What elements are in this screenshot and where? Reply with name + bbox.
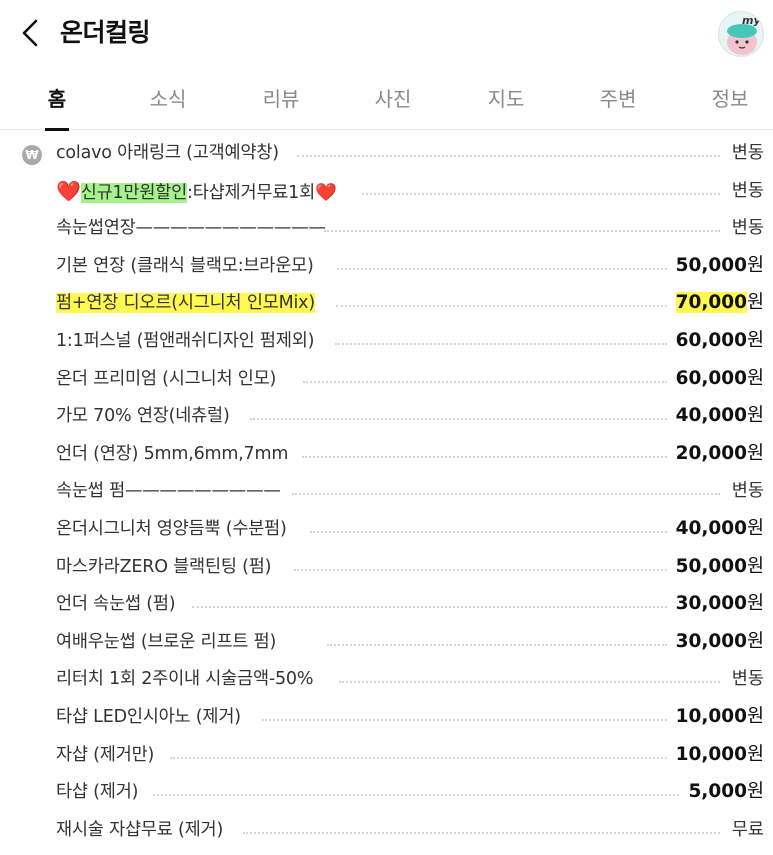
menu-item-price: 변동 <box>731 669 764 690</box>
menu-item-name: 재시술 자샵무료 (제거) <box>56 819 224 840</box>
dotted-leader <box>302 455 667 458</box>
dotted-leader <box>339 681 720 684</box>
menu-item-name: 속눈썹연장——————————— <box>56 218 326 239</box>
menu-item-price: 70,000원 <box>675 292 764 314</box>
menu-row[interactable]: 1:1퍼스널 (펌앤래쉬디자인 펌제외) 60,000원 <box>0 322 773 360</box>
menu-item-name: 온더시그니처 영양듬뿍 (수분펌) <box>56 519 287 539</box>
tab-news[interactable]: 소식 <box>146 82 190 130</box>
menu-row[interactable]: 속눈썹연장——————————— 변동 <box>0 209 773 247</box>
dotted-leader <box>324 230 720 233</box>
dotted-leader <box>336 305 667 308</box>
menu-row[interactable]: 언더 (연장) 5mm,6mm,7mm 20,000원 <box>0 435 773 473</box>
dotted-leader <box>243 831 720 834</box>
menu-item-name: 펌+연장 디오르(시그니처 인모Mix) <box>56 289 315 317</box>
menu-item-name: 마스카라ZERO 블랙틴팅 (펌) <box>56 556 272 577</box>
menu-item-name: 자샵 (제거만) <box>56 744 155 765</box>
tab-map[interactable]: 지도 <box>484 82 528 130</box>
heart-icon: ❤️ <box>56 178 81 203</box>
tab-reviews[interactable]: 리뷰 <box>259 82 303 130</box>
menu-item-name: 언더 (연장) 5mm,6mm,7mm <box>56 443 289 464</box>
menu-row[interactable]: 여배우눈썹 (브로운 리프트 펌) 30,000원 <box>0 623 773 661</box>
menu-row[interactable]: 타샵 LED인시아노 (제거) 10,000원 <box>0 698 773 736</box>
menu-item-price: 10,000원 <box>675 743 764 765</box>
page-title: 온더컬링 <box>60 18 151 47</box>
dotted-leader <box>192 606 667 609</box>
back-arrow-icon[interactable] <box>16 16 46 50</box>
dotted-leader <box>335 343 667 345</box>
dotted-leader <box>310 531 667 533</box>
avatar[interactable]: my <box>718 11 764 57</box>
won-icon: ₩ <box>22 145 42 165</box>
dotted-leader <box>327 643 667 646</box>
dotted-leader <box>250 418 667 421</box>
menu-item-name: 타샵 (제거) <box>56 782 139 803</box>
menu-item-name: 온더 프리미엄 (시그니처 인모) <box>56 368 277 389</box>
menu-item-name: 언더 속눈썹 (펌) <box>56 594 176 615</box>
menu-item-price: 변동 <box>731 180 764 201</box>
menu-row[interactable]: 언더 속눈썹 (펌) 30,000원 <box>0 585 773 623</box>
promo-text: :타샵제거무료1회❤️ <box>187 182 337 203</box>
menu-row[interactable]: ₩ colavo 아래링크 (고객예약창) 변동 <box>0 134 773 172</box>
menu-item-price: 50,000원 <box>675 555 764 577</box>
menu-row[interactable]: 타샵 (제거) 5,000원 <box>0 773 773 811</box>
menu-item-price: 50,000원 <box>675 254 764 276</box>
menu-row[interactable]: 속눈썹 펌————————— 변동 <box>0 472 773 510</box>
menu-item-price: 변동 <box>731 218 764 239</box>
dotted-leader <box>297 155 720 157</box>
menu-item-price: 변동 <box>731 143 764 163</box>
menu-item-price: 변동 <box>731 481 764 502</box>
menu-item-price: 10,000원 <box>675 706 764 727</box>
menu-item-price: 30,000원 <box>675 630 764 652</box>
menu-row[interactable]: ❤️신규1만원할인:타샵제거무료1회❤️ 변동 <box>0 172 773 210</box>
promo-highlight: 신규1만원할인 <box>80 182 188 203</box>
dotted-leader <box>170 756 667 759</box>
dotted-leader <box>262 719 667 721</box>
menu-item-name: ❤️신규1만원할인:타샵제거무료1회❤️ <box>56 177 337 207</box>
menu-row[interactable]: 마스카라ZERO 블랙틴팅 (펌) 50,000원 <box>0 548 773 586</box>
dotted-leader <box>294 568 667 571</box>
highlighted-price: 70,000 <box>675 292 747 314</box>
menu-row[interactable]: 온더 프리미엄 (시그니처 인모) 60,000원 <box>0 360 773 398</box>
dotted-leader <box>337 267 667 270</box>
menu-item-price: 60,000원 <box>675 367 764 389</box>
menu-item-price: 무료 <box>731 819 764 840</box>
menu-item-name: 가모 70% 연장(네츄럴) <box>56 406 230 427</box>
menu-row[interactable]: 자샵 (제거만) 10,000원 <box>0 736 773 774</box>
tab-home[interactable]: 홈 <box>45 82 69 131</box>
avatar-badge: my <box>742 14 761 27</box>
dotted-leader <box>292 493 720 496</box>
dotted-leader <box>362 192 720 195</box>
tab-bar: 홈 소식 리뷰 사진 지도 주변 정보 <box>0 72 773 131</box>
menu-row[interactable]: 가모 70% 연장(네츄럴) 40,000원 <box>0 397 773 435</box>
tab-info[interactable]: 정보 <box>708 82 752 130</box>
menu-item-price: 40,000원 <box>675 518 764 539</box>
tab-photos[interactable]: 사진 <box>371 82 415 130</box>
menu-item-price: 60,000원 <box>675 330 764 351</box>
menu-item-name: 1:1퍼스널 (펌앤래쉬디자인 펌제외) <box>56 331 315 351</box>
menu-item-name: colavo 아래링크 (고객예약창) <box>56 143 279 163</box>
menu-row[interactable]: 온더시그니처 영양듬뿍 (수분펌) 40,000원 <box>0 510 773 548</box>
menu-row[interactable]: 펌+연장 디오르(시그니처 인모Mix) 70,000원 <box>0 284 773 322</box>
highlighted-item-name: 펌+연장 디오르(시그니처 인모Mix) <box>56 293 315 314</box>
menu-item-name: 기본 연장 (클래식 블랙모:브라운모) <box>56 255 314 276</box>
app-header: 온더컬링 my <box>0 0 773 72</box>
menu-item-name: 리터치 1회 2주이내 시술금액-50% <box>56 669 314 690</box>
menu-row[interactable]: 기본 연장 (클래식 블랙모:브라운모) 50,000원 <box>0 247 773 285</box>
menu-item-price: 30,000원 <box>675 593 764 615</box>
menu-item-price: 20,000원 <box>675 442 764 464</box>
menu-item-name: 타샵 LED인시아노 (제거) <box>56 707 241 727</box>
menu-item-price: 5,000원 <box>688 781 764 803</box>
tab-nearby[interactable]: 주변 <box>596 82 640 130</box>
menu-row[interactable]: 리터치 1회 2주이내 시술금액-50% 변동 <box>0 660 773 698</box>
menu-item-name: 속눈썹 펌————————— <box>56 481 281 502</box>
dotted-leader <box>153 794 679 797</box>
menu-item-name: 여배우눈썹 (브로운 리프트 펌) <box>56 631 277 652</box>
dotted-leader <box>303 380 667 383</box>
menu-row[interactable]: 재시술 자샵무료 (제거) 무료 <box>0 811 773 849</box>
menu-item-price: 40,000원 <box>675 405 764 427</box>
